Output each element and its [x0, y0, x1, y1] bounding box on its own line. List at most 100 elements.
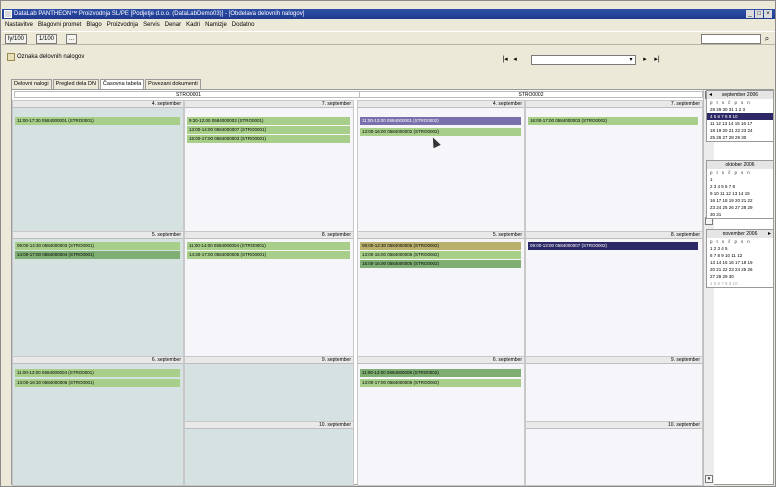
vertical-scrollbar[interactable]: ▴ ▾ — [703, 90, 714, 486]
search-icon[interactable]: ⌕ — [762, 34, 772, 44]
title-bar[interactable]: DataLab PANTHEON™ Proizvodnja SL/PE [Pod… — [2, 9, 775, 19]
chevron-down-icon[interactable]: ▾ — [627, 56, 635, 64]
menu-bar: Nastavitve Blagovni promet Blago Proizvo… — [2, 20, 775, 30]
mini-calendar-week[interactable]: 11 12 13 14 15 16 17 — [707, 120, 773, 127]
mini-calendar-september[interactable]: ◂ september 2006 p t s č p s n 28 29 30 … — [706, 90, 774, 142]
mini-calendar-weekdays: p t s č p s n — [710, 100, 752, 105]
mini-calendar-week[interactable]: 13 14 15 16 17 18 19 — [707, 259, 773, 266]
minimize-button[interactable]: _ — [746, 10, 754, 18]
nav-last-button[interactable]: ▸| — [652, 55, 662, 65]
day-cell[interactable]: 9. september — [184, 356, 354, 422]
object-selector[interactable]: Oznaka delovnih nalogov — [7, 53, 84, 61]
work-order-event[interactable]: 14:00-17:00 0584000004 (STRO0001) — [15, 251, 180, 259]
work-order-event[interactable]: 11:00-17:30 0584000001 (STRO0001) — [15, 117, 180, 125]
work-order-event[interactable]: 11:00-13:00 0584000008 (STRO0002) — [360, 369, 521, 377]
work-order-event[interactable]: 13:00-16:30 0584000006 (STRO0001) — [15, 379, 180, 387]
day-cell[interactable]: 8. september 11:00-14:00 0584000004 (STR… — [184, 231, 354, 357]
mini-calendar-week[interactable]: 16 17 18 19 20 21 22 — [707, 197, 773, 204]
menu-dodatno[interactable]: Dodatno — [232, 20, 255, 30]
search-input[interactable] — [701, 34, 761, 44]
day-cell[interactable]: 5. september 08:00-12:30 0584000005 (STR… — [357, 231, 525, 357]
day-cell[interactable]: 10. september — [525, 421, 703, 486]
day-cell[interactable]: 9. september — [525, 356, 703, 422]
day-header: 7. september — [526, 101, 702, 108]
mini-calendar-week[interactable]: 28 29 30 31 1 2 3 — [707, 106, 773, 113]
nav-first-button[interactable]: |◂ — [500, 55, 510, 65]
tab-delovni-nalogi[interactable]: Delovni nalogi — [11, 79, 52, 89]
work-order-event[interactable]: 13:00-16:00 0584000002 (STRO0002) — [360, 128, 521, 136]
mini-calendar-week-selected[interactable]: 4 5 6 7 8 9 10 — [707, 113, 773, 120]
day-header: 9. september — [185, 357, 353, 364]
menu-proizvodnja[interactable]: Proizvodnja — [107, 20, 138, 30]
mini-calendar-week[interactable]: 9 10 11 12 13 14 15 — [707, 190, 773, 197]
mini-calendar-week[interactable]: 1 2 3 4 5 — [707, 245, 773, 252]
tab-pregled-dela[interactable]: Pregled dela DN — [52, 79, 99, 89]
menu-servis[interactable]: Servis — [143, 20, 160, 30]
day-cell[interactable]: 6. september 11:00-13:00 0584000008 (STR… — [357, 356, 525, 486]
close-button[interactable]: × — [764, 10, 772, 18]
work-order-event[interactable]: 13:00-15:00 0584000005 (STRO0002) — [360, 251, 521, 259]
day-cell[interactable]: 7. september 9:30-12:00 0584000003 (STRO… — [184, 100, 354, 232]
menu-blago[interactable]: Blago — [86, 20, 101, 30]
work-order-event[interactable]: 14:30-17:00 0584000005 (STRO0001) — [187, 251, 350, 259]
nav-prev-button[interactable]: ◂ — [510, 55, 520, 65]
day-header: 8. september — [185, 232, 353, 239]
mini-calendar-week[interactable]: 2 3 4 5 6 7 8 — [707, 183, 773, 190]
mini-calendar-weekdays: p t s č p s n — [710, 170, 752, 175]
menu-blagovni-promet[interactable]: Blagovni promet — [38, 20, 81, 30]
day-header: 5. september — [13, 232, 183, 239]
mini-calendar-week[interactable]: 20 21 22 23 24 25 26 — [707, 266, 773, 273]
toolbar-button-3[interactable]: ... — [66, 34, 78, 44]
day-cell[interactable]: 7. september 16:00-17:00 0584000003 (STR… — [525, 100, 703, 232]
toolbar-button-2[interactable]: 1/100 — [36, 34, 58, 44]
chevron-left-icon[interactable]: ◂ — [709, 91, 712, 99]
record-field[interactable]: ▾ — [531, 55, 636, 65]
day-cell[interactable]: 10. september — [184, 421, 354, 486]
day-header: 4. september — [358, 101, 524, 108]
mini-calendar-week[interactable]: 6 7 8 9 10 11 12 — [707, 252, 773, 259]
nav-next-button[interactable]: ▸ — [640, 55, 650, 65]
maximize-button[interactable]: □ — [755, 10, 763, 18]
mini-calendar-week[interactable]: 18 19 20 21 22 23 24 — [707, 127, 773, 134]
tab-povezani-dokumenti[interactable]: Povezani dokumenti — [145, 79, 201, 89]
scroll-down-button[interactable]: ▾ — [705, 475, 713, 483]
mini-calendar-weekdays: p t s č p s n — [710, 239, 752, 244]
toolbar-button-1[interactable]: ly/100 — [5, 34, 28, 44]
work-order-event[interactable]: 9:30-12:00 0584000003 (STRO0001) — [187, 117, 350, 125]
day-header: 9. september — [526, 357, 702, 364]
app-icon — [4, 10, 12, 18]
mini-calendar-header: november 2006 ▸ — [707, 230, 773, 238]
chevron-right-icon[interactable]: ▸ — [768, 230, 771, 238]
work-order-event[interactable]: 13:00-14:00 0584000007 (STRO0001) — [187, 126, 350, 134]
day-cell[interactable]: 6. september 11:00-13:00 0584000004 (STR… — [12, 356, 184, 486]
mini-calendar-october[interactable]: oktober 2006 p t s č p s n 1 2 3 4 5 6 7… — [706, 160, 774, 219]
work-order-event[interactable]: 13:00-17:00 0584000008 (STRO0002) — [360, 379, 521, 387]
mini-calendar-week[interactable]: 27 28 29 30 — [707, 273, 773, 280]
work-order-event[interactable]: 08:00-12:30 0584000005 (STRO0002) — [360, 242, 521, 250]
application-window: DataLab PANTHEON™ Proizvodnja SL/PE [Pod… — [0, 0, 776, 487]
mini-calendar-november[interactable]: november 2006 ▸ p t s č p s n 1 2 3 4 5 … — [706, 229, 774, 288]
day-cell[interactable]: 8. september 09:00-13:00 0584000007 (STR… — [525, 231, 703, 357]
work-order-event[interactable]: 15:00-17:00 0584000003 (STRO0001) — [187, 135, 350, 143]
menu-denar[interactable]: Denar — [165, 20, 181, 30]
mini-calendar-week[interactable]: 30 31 — [707, 211, 773, 218]
mini-calendar-week[interactable]: 1 — [707, 176, 773, 183]
tab-casovna-tabela[interactable]: Časovna tabela — [99, 79, 145, 89]
menu-namizje[interactable]: Namizje — [205, 20, 227, 30]
mini-calendar-week[interactable]: 23 24 25 26 27 28 29 — [707, 204, 773, 211]
day-cell[interactable]: 4. september 11:00-17:30 0584000001 (STR… — [12, 100, 184, 232]
work-order-event[interactable]: 11:00-14:00 0584000004 (STRO0001) — [187, 242, 350, 250]
day-cell[interactable]: 5. september 09:00-14:30 0584000003 (STR… — [12, 231, 184, 357]
work-order-event[interactable]: 16:00-17:00 0584000003 (STRO0002) — [528, 117, 698, 125]
day-cell[interactable]: 4. september 11:00-13:00 0584000001 (STR… — [357, 100, 525, 232]
work-order-event[interactable]: 11:00-13:00 0584000001 (STRO0002) — [360, 117, 521, 125]
mini-calendar-week[interactable]: 4 5 6 7 8 9 10 — [707, 280, 773, 287]
work-order-event[interactable]: 15:00-16:00 0584000005 (STRO0002) — [360, 260, 521, 268]
work-order-event[interactable]: 11:00-13:00 0584000004 (STRO0001) — [15, 369, 180, 377]
work-order-event[interactable]: 09:00-13:00 0584000007 (STRO0002) — [528, 242, 698, 250]
mini-calendar-week[interactable]: 25 26 27 28 29 30 — [707, 134, 773, 141]
menu-nastavitve[interactable]: Nastavitve — [5, 20, 33, 30]
work-order-event[interactable]: 09:00-14:30 0584000003 (STRO0001) — [15, 242, 180, 250]
day-header: 7. september — [185, 101, 353, 108]
menu-kadri[interactable]: Kadri — [186, 20, 200, 30]
